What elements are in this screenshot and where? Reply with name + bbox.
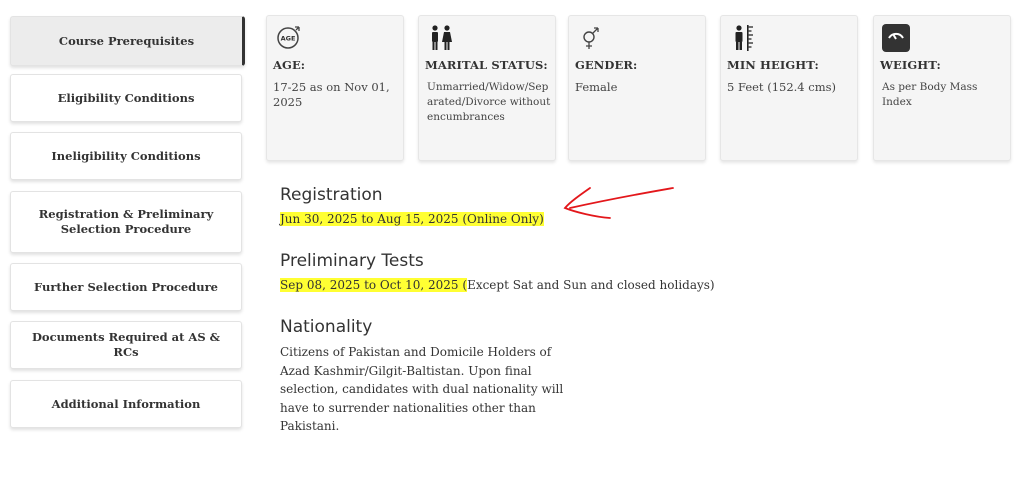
weight-scale-icon [882, 24, 910, 52]
gender-label: GENDER: [575, 58, 638, 72]
marital-status-value: Unmarried/Widow/Separated/Divorce withou… [427, 81, 551, 123]
nationality-text: Citizens of Pakistan and Domicile Holder… [280, 345, 564, 433]
weight-value: As per Body Mass Index [882, 81, 978, 108]
sidebar-item-eligibility-conditions[interactable]: Eligibility Conditions [10, 74, 242, 122]
min-height-label: MIN HEIGHT: [727, 58, 819, 72]
nationality-heading: Nationality [280, 317, 373, 337]
min-height-value: 5 Feet (152.4 cms) [727, 80, 837, 94]
sidebar-item-registration-procedure[interactable]: Registration & Preliminary Selection Pro… [10, 191, 242, 253]
marital-status-label: MARITAL STATUS: [425, 58, 548, 72]
age-card: AGE AGE: 17-25 as on Nov 01, 2025 [266, 15, 404, 161]
sidebar-item-additional-information[interactable]: Additional Information [10, 380, 242, 428]
age-icon: AGE [277, 26, 300, 49]
gender-card: GENDER: Female [568, 15, 706, 161]
svg-text:AGE: AGE [281, 35, 296, 43]
min-height-card: MIN HEIGHT: 5 Feet (152.4 cms) [720, 15, 858, 161]
sidebar-item-ineligibility-conditions[interactable]: Ineligibility Conditions [10, 132, 242, 180]
sidebar-item-documents-required[interactable]: Documents Required at AS & RCs [10, 321, 242, 369]
age-value: 17-25 as on Nov 01, 2025 [273, 80, 390, 109]
registration-heading: Registration [280, 185, 383, 205]
weight-card: WEIGHT: As per Body Mass Index [873, 15, 1011, 161]
weight-label: WEIGHT: [880, 58, 941, 72]
sidebar-item-further-selection-procedure[interactable]: Further Selection Procedure [10, 263, 242, 311]
height-icon [735, 25, 753, 51]
age-label: AGE: [273, 58, 306, 72]
gender-icon [583, 27, 599, 49]
marital-status-card: MARITAL STATUS: Unmarried/Widow/Separate… [418, 15, 556, 161]
preliminary-tests-dates: Sep 08, 2025 to Oct 10, 2025 (Except Sat… [280, 278, 715, 292]
couple-icon [432, 25, 452, 50]
registration-dates: Jun 30, 2025 to Aug 15, 2025 (Online Onl… [280, 212, 544, 226]
preliminary-tests-heading: Preliminary Tests [280, 251, 424, 271]
gender-value: Female [575, 80, 618, 94]
annotation-arrow [563, 187, 674, 219]
sidebar-item-course-prerequisites[interactable]: Course Prerequisites [10, 16, 245, 66]
